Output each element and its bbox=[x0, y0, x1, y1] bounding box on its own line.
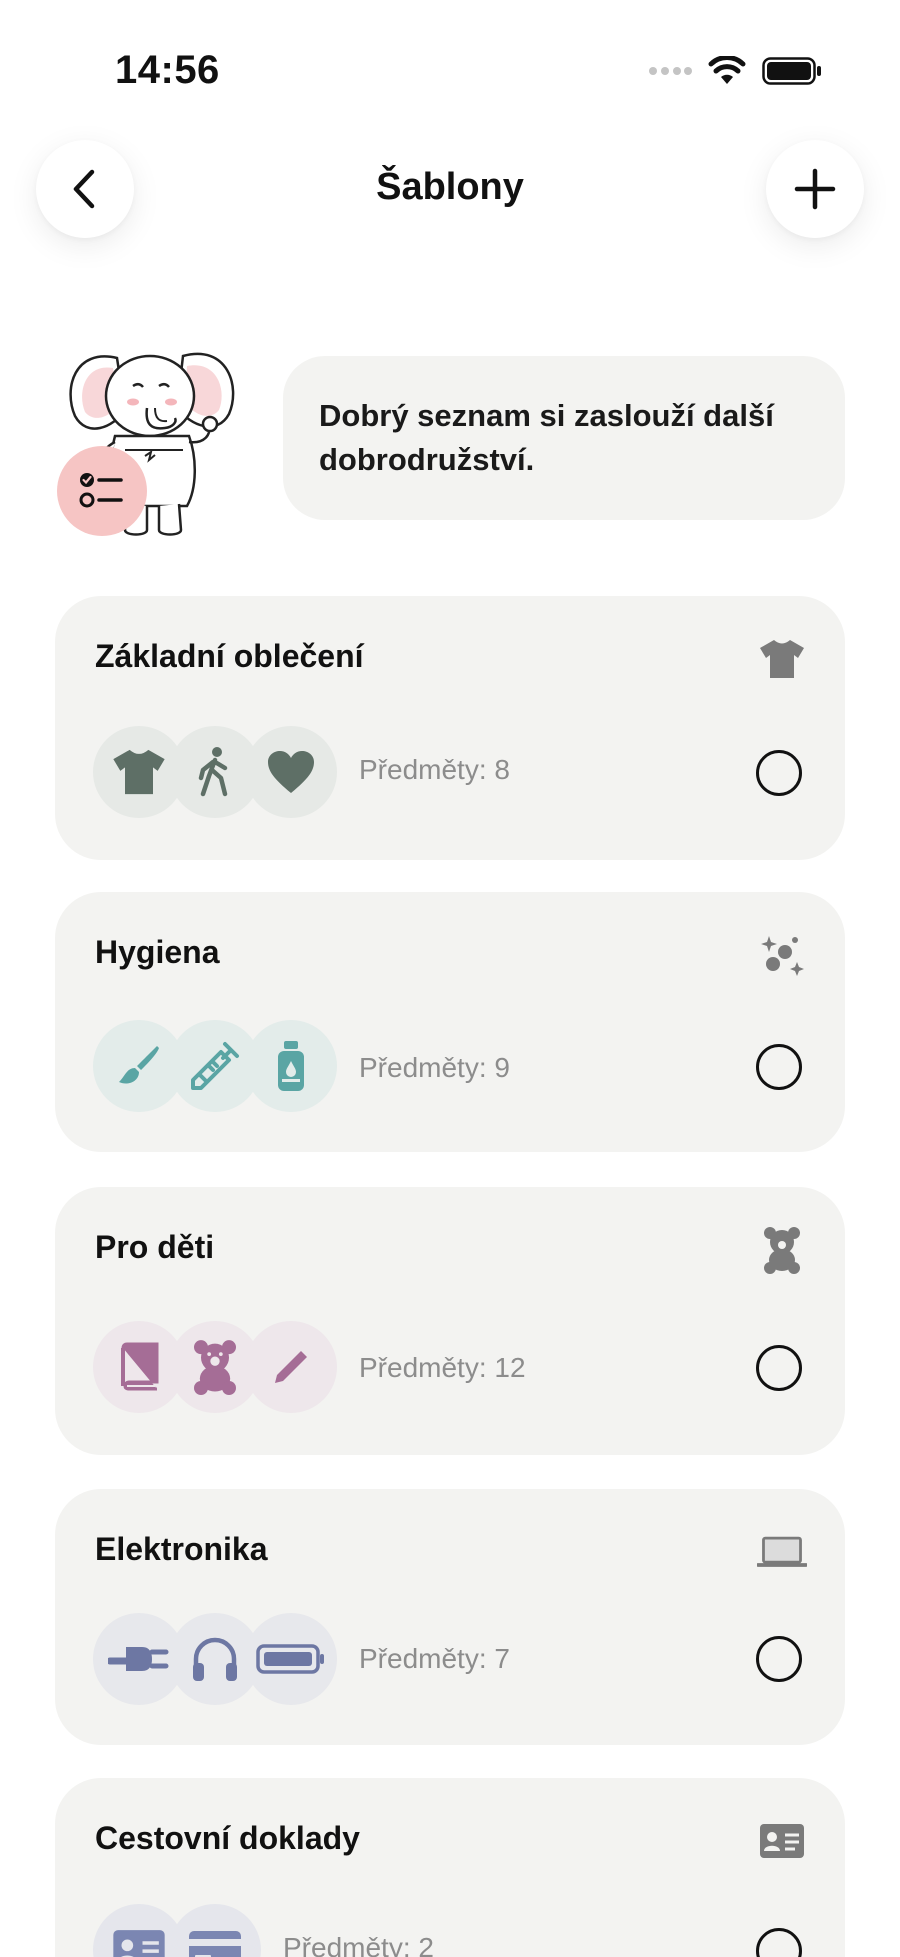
heart-icon bbox=[245, 726, 337, 818]
template-item-icons bbox=[93, 1321, 337, 1413]
status-bar: 14:56 bbox=[0, 0, 900, 130]
template-title: Cestovní doklady bbox=[95, 1820, 360, 1856]
page-title: Šablony bbox=[376, 166, 524, 208]
add-template-button[interactable] bbox=[766, 140, 864, 238]
template-item-icons bbox=[93, 1020, 337, 1112]
item-count: Předměty: 9 bbox=[359, 1052, 510, 1083]
bottle-icon bbox=[245, 1020, 337, 1112]
select-radio[interactable] bbox=[756, 1636, 802, 1682]
status-icons bbox=[648, 56, 822, 86]
template-card[interactable]: Hygiena Předměty: 9 bbox=[55, 892, 845, 1152]
template-item-icons bbox=[93, 726, 337, 818]
battery-icon bbox=[245, 1613, 337, 1705]
speech-bubble: Dobrý seznam si zaslouží další dobrodruž… bbox=[283, 356, 845, 520]
template-item-icons bbox=[93, 1613, 337, 1705]
template-title: Hygiena bbox=[95, 934, 220, 970]
wifi-icon bbox=[708, 56, 746, 84]
item-count: Předměty: 12 bbox=[359, 1352, 526, 1383]
sparkles-icon bbox=[757, 930, 807, 980]
credit-card-icon bbox=[169, 1904, 261, 1957]
template-card[interactable]: Pro děti Předměty: 12 bbox=[55, 1187, 845, 1455]
template-card[interactable]: Základní oblečení Předměty: 8 bbox=[55, 596, 845, 860]
tshirt-icon bbox=[757, 634, 807, 684]
navigation-bar: Šablony bbox=[0, 130, 900, 250]
template-card[interactable]: Cestovní doklady Předměty: 2 bbox=[55, 1778, 845, 1957]
status-time: 14:56 bbox=[115, 48, 220, 92]
hero-section: Dobrý seznam si zaslouží další dobrodruž… bbox=[55, 338, 855, 548]
template-title: Pro děti bbox=[95, 1229, 215, 1265]
item-count: Předměty: 7 bbox=[359, 1643, 510, 1674]
item-count: Předměty: 2 bbox=[283, 1932, 434, 1957]
teddy-bear-icon bbox=[757, 1225, 807, 1275]
select-radio[interactable] bbox=[756, 1044, 802, 1090]
select-radio[interactable] bbox=[756, 750, 802, 796]
battery-icon bbox=[762, 57, 821, 85]
template-title: Elektronika bbox=[95, 1531, 268, 1567]
checklist-badge bbox=[57, 446, 147, 536]
cellular-signal-icon bbox=[649, 67, 692, 75]
plus-icon bbox=[794, 168, 836, 210]
laptop-icon bbox=[757, 1527, 807, 1577]
checklist-icon bbox=[79, 473, 123, 508]
template-card[interactable]: Elektronika Předměty: 7 bbox=[55, 1489, 845, 1745]
select-radio[interactable] bbox=[756, 1345, 802, 1391]
item-count: Předměty: 8 bbox=[359, 754, 510, 785]
template-item-icons bbox=[93, 1904, 261, 1957]
template-title: Základní oblečení bbox=[95, 638, 364, 674]
select-radio[interactable] bbox=[756, 1928, 802, 1957]
pencil-icon bbox=[245, 1321, 337, 1413]
id-card-icon bbox=[757, 1816, 807, 1866]
